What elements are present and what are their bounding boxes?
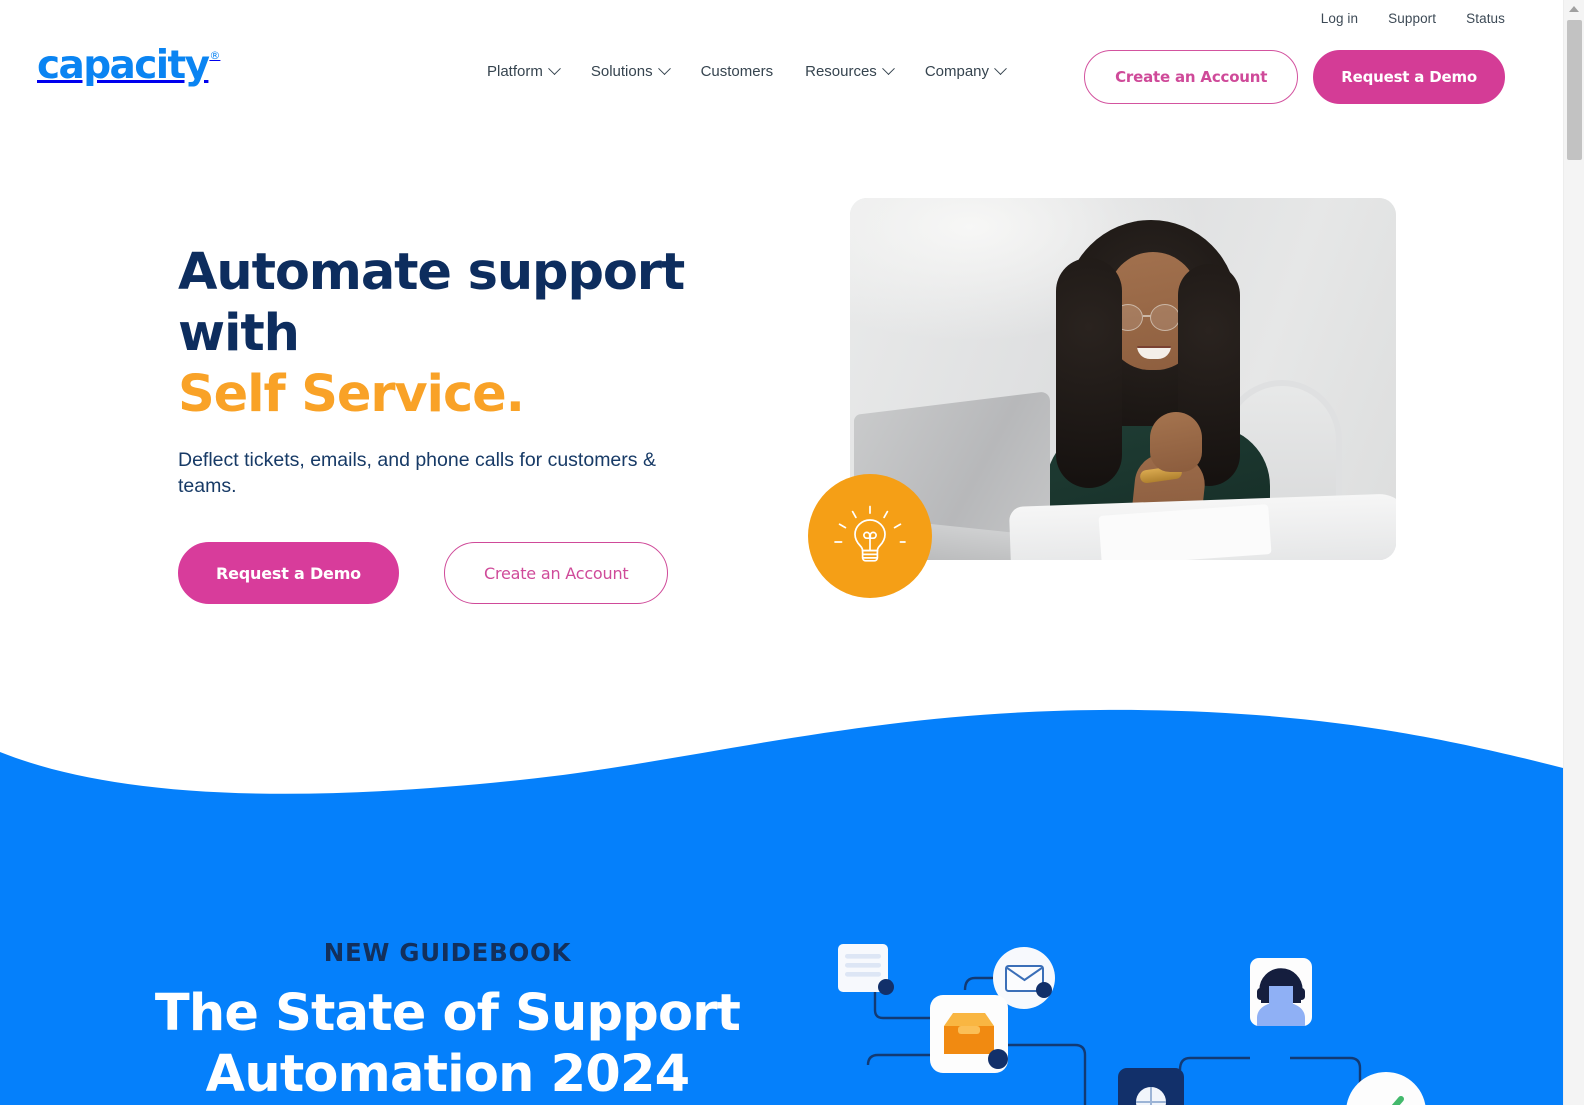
photo-hair-strand-left	[1056, 258, 1122, 488]
photo-hand	[1150, 412, 1202, 472]
document-card-icon	[838, 944, 894, 995]
utility-link-login[interactable]: Log in	[1321, 11, 1358, 26]
nav-label-resources: Resources	[805, 63, 877, 80]
automation-flow-illustration	[820, 930, 1440, 1105]
hero-heading-line1: Automate support with	[178, 243, 685, 363]
nav-item-platform[interactable]: Platform	[487, 62, 575, 80]
nav-item-company[interactable]: Company	[909, 62, 1021, 80]
nav-item-solutions[interactable]: Solutions	[575, 62, 685, 80]
nav-item-resources[interactable]: Resources	[789, 62, 909, 80]
registered-trademark-icon: ®	[209, 49, 221, 62]
guidebook-title-line1: The State of Support	[154, 984, 741, 1043]
guidebook-eyebrow: NEW GUIDEBOOK	[323, 938, 572, 967]
support-agent-avatar-icon	[1250, 958, 1312, 1026]
hero-heading: Automate support with Self Service.	[178, 242, 798, 425]
utility-link-status[interactable]: Status	[1466, 11, 1505, 26]
hero-request-demo-button[interactable]: Request a Demo	[178, 542, 399, 604]
chevron-down-icon	[547, 62, 561, 76]
hero-cta-group: Request a Demo Create an Account	[178, 542, 798, 604]
lightbulb-icon	[834, 505, 906, 562]
photo-glasses-bridge	[1143, 315, 1151, 317]
hero-photo	[850, 198, 1396, 560]
green-check-circle-icon	[1346, 1072, 1426, 1105]
automation-flow-svg	[838, 944, 1426, 1105]
nav-item-customers[interactable]: Customers	[685, 63, 790, 80]
guidebook-section: NEW GUIDEBOOK The State of Support Autom…	[0, 700, 1563, 1105]
scroll-up-arrow-icon[interactable]	[1564, 0, 1584, 18]
chevron-down-icon	[994, 62, 1007, 76]
page-content: Log in Support Status capacity ® Platfor…	[0, 0, 1563, 1105]
nav-label-solutions: Solutions	[590, 63, 653, 80]
site-header: Log in Support Status capacity ® Platfor…	[0, 0, 1563, 124]
logo-wordmark: capacity	[37, 43, 210, 88]
chevron-down-icon	[657, 62, 671, 76]
header-cta-group: Create an Account Request a Demo	[1084, 50, 1505, 104]
scrollbar-thumb[interactable]	[1567, 20, 1582, 160]
vertical-scrollbar[interactable]	[1563, 0, 1584, 1105]
chevron-down-icon	[881, 62, 895, 76]
inbox-tray-icon	[930, 995, 1008, 1073]
hero-section: Automate support with Self Service. Defl…	[0, 124, 1563, 734]
hero-heading-line2: Self Service.	[178, 365, 525, 424]
lightbulb-badge	[808, 474, 932, 598]
header-request-demo-button[interactable]: Request a Demo	[1313, 50, 1505, 104]
utility-link-support[interactable]: Support	[1388, 11, 1436, 26]
nav-label-company: Company	[924, 63, 990, 80]
guidebook-copy: NEW GUIDEBOOK The State of Support Autom…	[0, 938, 895, 1105]
hero-subheading: Deflect tickets, emails, and phone calls…	[178, 449, 656, 497]
wave-divider	[0, 709, 1563, 810]
header-create-account-button[interactable]: Create an Account	[1084, 50, 1299, 104]
primary-navigation: Platform Solutions Customers Resources C…	[487, 62, 1021, 80]
hero-copy: Automate support with Self Service. Defl…	[178, 242, 798, 604]
photo-glasses-right	[1150, 304, 1180, 331]
dark-device-card-icon	[1118, 1068, 1184, 1105]
capacity-logo[interactable]: capacity ®	[37, 46, 220, 88]
guidebook-title-line2: Automation 2024	[205, 1045, 690, 1104]
nav-label-platform: Platform	[487, 63, 543, 80]
browser-viewport: Log in Support Status capacity ® Platfor…	[0, 0, 1584, 1105]
nav-label-customers: Customers	[700, 63, 774, 80]
hero-media	[808, 198, 1396, 598]
utility-nav: Log in Support Status	[1321, 11, 1505, 26]
guidebook-title: The State of Support Automation 2024	[0, 983, 895, 1105]
hero-create-account-button[interactable]: Create an Account	[443, 542, 669, 604]
